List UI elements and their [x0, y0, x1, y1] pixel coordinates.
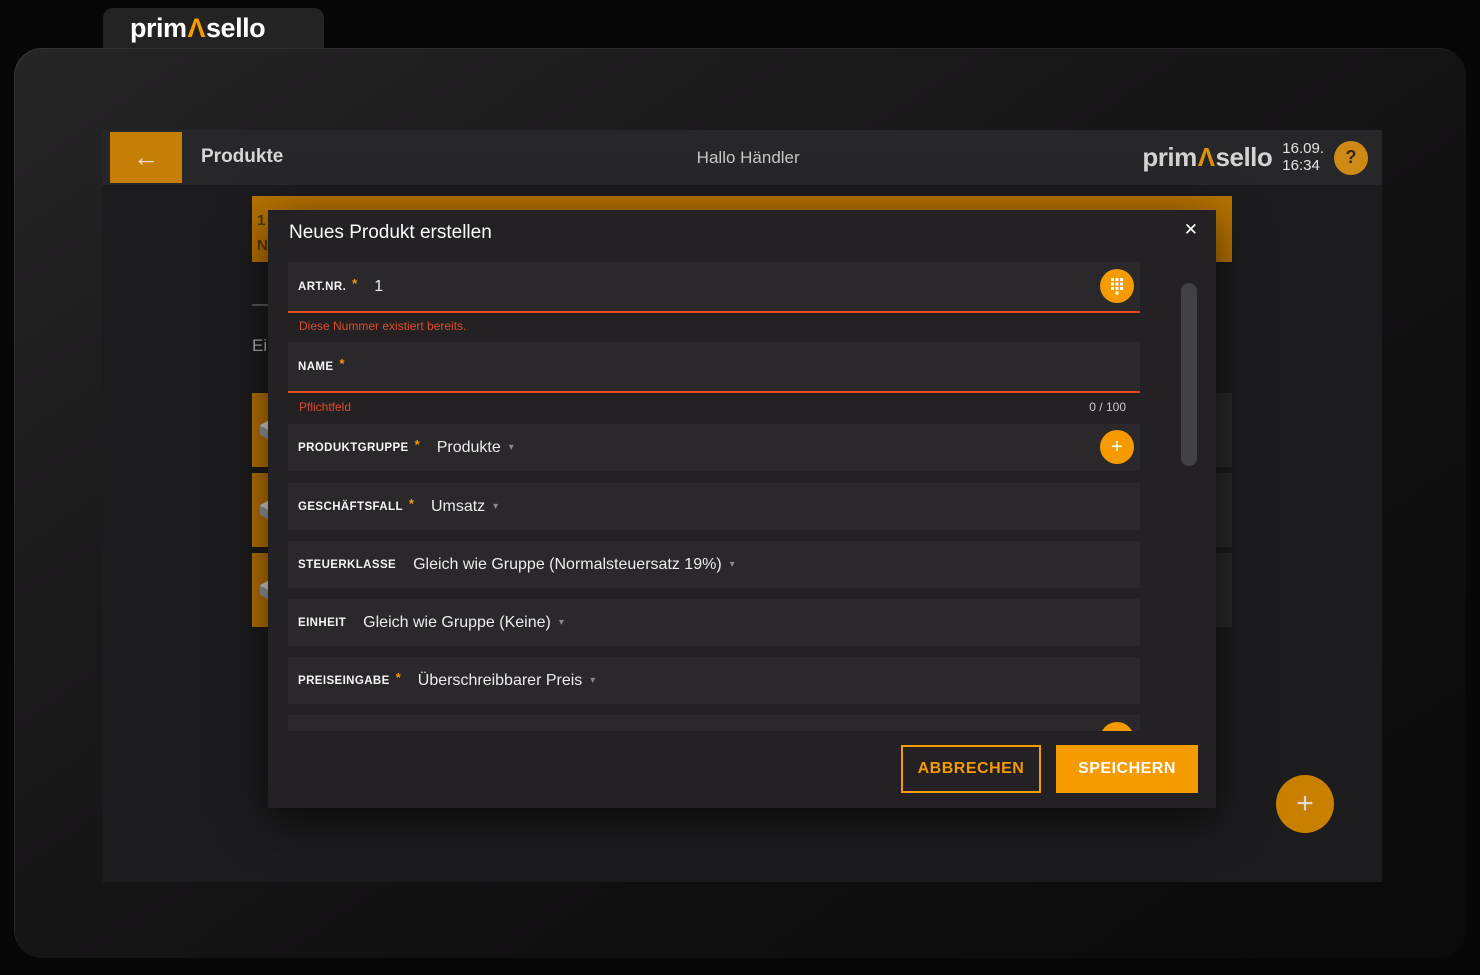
name-field[interactable]: NAME * — [288, 342, 1140, 393]
logo-lambda-icon: Λ — [187, 13, 207, 43]
char-counter: 0 / 100 — [1089, 400, 1126, 414]
new-product-modal: Neues Produkt erstellen ✕ ART.NR. * 1 — [268, 210, 1216, 808]
logo-text-prim: prim — [1142, 142, 1196, 172]
produktgruppe-dropdown[interactable]: PRODUKTGRUPPE * Produkte ▾ + — [288, 424, 1140, 471]
app-bar: ← Produkte Hallo Händler primΛsello 16.0… — [102, 130, 1382, 185]
greeting-text: Hallo Händler — [697, 148, 800, 168]
steuerklasse-label: STEUERKLASSE — [298, 559, 396, 571]
question-mark-icon: ? — [1346, 147, 1357, 167]
chevron-down-icon: ▾ — [493, 501, 498, 512]
close-button[interactable]: ✕ — [1184, 220, 1198, 240]
modal-title: Neues Produkt erstellen — [289, 222, 492, 244]
einheit-value: Gleich wie Gruppe (Keine) — [363, 614, 551, 632]
clipped-description-text: Ei — [252, 336, 267, 356]
required-asterisk: * — [396, 670, 401, 685]
produkte-page: 1 N — Ei + ← Produkte Hallo Händler — [102, 130, 1382, 882]
primasello-logo-small: primΛsello — [1142, 142, 1272, 173]
logo-lambda-icon: Λ — [1197, 142, 1216, 172]
date-text: 16.09. — [1282, 141, 1324, 158]
geschaeftsfall-label: GESCHÄFTSFALL — [298, 501, 403, 513]
preiseingabe-label: PREISEINGABE — [298, 675, 390, 687]
produktgruppe-value: Produkte — [437, 439, 501, 457]
preiseingabe-value: Überschreibbarer Preis — [418, 672, 583, 690]
primasello-logo: primΛsello — [130, 13, 265, 44]
chevron-down-icon: ▾ — [730, 559, 735, 570]
chevron-down-icon: ▾ — [590, 675, 595, 686]
tab-indicator: — — [252, 296, 268, 314]
keypad-button[interactable] — [1100, 269, 1134, 303]
required-asterisk: * — [339, 356, 344, 371]
add-group-button[interactable]: + — [1100, 430, 1134, 464]
artnr-label: ART.NR. — [298, 281, 346, 293]
produktgruppe-label: PRODUKTGRUPPE — [298, 442, 409, 454]
modal-scrollbar[interactable] — [1181, 283, 1197, 466]
chevron-down-icon: ▾ — [559, 617, 564, 628]
chevron-down-icon: ▾ — [509, 442, 514, 453]
app-bar-right: primΛsello 16.09. 16:34 ? — [1142, 130, 1368, 185]
logo-text-prim: prim — [130, 13, 187, 43]
required-asterisk: * — [409, 496, 414, 511]
required-asterisk: * — [352, 276, 357, 291]
save-button[interactable]: SPEICHERN — [1056, 745, 1198, 793]
page-title: Produkte — [201, 146, 283, 168]
name-error: Pflichtfeld — [299, 400, 351, 414]
back-arrow-icon: ← — [133, 142, 159, 173]
artnr-error: Diese Nummer existiert bereits. — [299, 319, 466, 333]
brand-tab: primΛsello — [103, 8, 324, 48]
steuerklasse-value: Gleich wie Gruppe (Normalsteuersatz 19%) — [413, 556, 722, 574]
preiseingabe-dropdown[interactable]: PREISEINGABE * Überschreibbarer Preis ▾ — [288, 657, 1140, 704]
back-button[interactable]: ← — [110, 132, 182, 183]
add-product-fab[interactable]: + — [1276, 775, 1334, 833]
artnr-value: 1 — [374, 278, 383, 296]
cancel-button[interactable]: ABBRECHEN — [901, 745, 1041, 793]
logo-text-sello: sello — [206, 13, 265, 43]
datetime-display: 16.09. 16:34 — [1282, 141, 1324, 175]
geschaeftsfall-dropdown[interactable]: GESCHÄFTSFALL * Umsatz ▾ — [288, 483, 1140, 530]
plus-icon: + — [1296, 787, 1314, 820]
geschaeftsfall-value: Umsatz — [431, 498, 485, 516]
steuerklasse-dropdown[interactable]: STEUERKLASSE Gleich wie Gruppe (Normalst… — [288, 541, 1140, 588]
required-asterisk: * — [415, 437, 420, 452]
artnr-field[interactable]: ART.NR. * 1 — [288, 262, 1140, 313]
name-label: NAME — [298, 361, 333, 373]
help-button[interactable]: ? — [1334, 141, 1368, 175]
logo-text-sello: sello — [1216, 142, 1273, 172]
plus-icon: + — [1111, 436, 1123, 459]
keypad-icon — [1109, 277, 1125, 295]
time-text: 16:34 — [1282, 158, 1324, 175]
einheit-dropdown[interactable]: EINHEIT Gleich wie Gruppe (Keine) ▾ — [288, 599, 1140, 646]
app-window: 1 N — Ei + ← Produkte Hallo Händler — [14, 48, 1466, 958]
close-icon: ✕ — [1184, 220, 1198, 239]
einheit-label: EINHEIT — [298, 617, 346, 629]
